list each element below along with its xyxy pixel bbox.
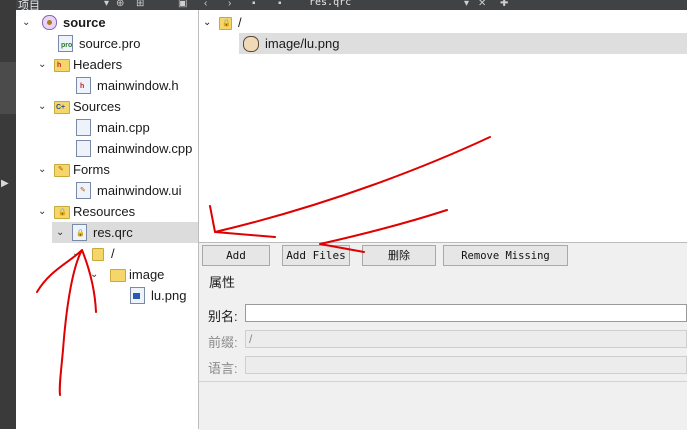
close-file-icon[interactable]: ✕ — [478, 0, 486, 9]
tree-item-label: source.pro — [79, 36, 141, 51]
tree-node-headers[interactable]: ⌄ h Headers — [38, 54, 122, 75]
resource-button-bar: Add Prefix Add Files 删除 Remove Missing F… — [199, 242, 687, 282]
tree-item-label: Resources — [73, 204, 136, 219]
tree-item-label: main.cpp — [97, 120, 150, 135]
tree-item-label: mainwindow.h — [97, 78, 179, 93]
prefix-input[interactable]: / — [245, 330, 687, 348]
resource-tree: ⌄ 🔒 / image/lu.png — [199, 10, 687, 242]
headers-folder-icon: h — [54, 57, 70, 72]
alias-input[interactable] — [245, 304, 687, 322]
resource-file-label: image/lu.png — [265, 36, 340, 51]
ui-file-icon: ✎ — [76, 182, 91, 199]
tree-node-main-cpp[interactable]: main.cpp — [76, 117, 150, 138]
forms-folder-icon: ✎ — [54, 162, 70, 177]
remove-missing-files-button[interactable]: Remove Missing Files — [443, 245, 568, 282]
tree-item-label: mainwindow.cpp — [97, 141, 193, 156]
close-panel-icon[interactable]: ▣ — [178, 0, 187, 9]
editor-bottom-panel — [199, 381, 687, 430]
add-prefix-button[interactable]: Add Prefix — [202, 245, 270, 282]
delete-button[interactable]: 删除 — [362, 245, 436, 266]
tree-item-label: Headers — [73, 57, 123, 72]
pro-file-icon: pro — [58, 35, 73, 52]
project-label: 项目 — [18, 0, 40, 10]
tree-item-label: image — [129, 267, 165, 282]
alias-label: 别名: — [208, 309, 238, 324]
resource-file-row[interactable]: image/lu.png — [239, 33, 687, 54]
chevron-down-icon[interactable]: ⌄ — [22, 17, 32, 28]
tree-node-resources[interactable]: ⌄ 🔒 Resources — [38, 201, 135, 222]
mode-highlight — [0, 62, 16, 114]
project-icon — [42, 15, 57, 30]
prefix-lock-folder-icon: 🔒 — [219, 15, 232, 30]
resources-folder-icon: 🔒 — [54, 204, 70, 219]
link-icon[interactable]: ⊕ — [116, 0, 124, 9]
add-icon[interactable]: ✚ — [500, 0, 508, 9]
expand-arrow-icon[interactable]: ▶ — [1, 178, 9, 189]
top-toolbar: 项目 ▾ ⊕ ⊞ ▣ ‹ › ▪ ▪ res.qrc ▾ ✕ ✚ — [16, 0, 687, 10]
chevron-down-icon[interactable]: ⌄ — [38, 164, 48, 175]
prefix-label: 前缀: — [208, 335, 238, 350]
tree-node-res-qrc[interactable]: ⌄ 🔒 res.qrc — [52, 222, 198, 243]
dropdown-icon[interactable]: ▾ — [464, 0, 469, 9]
tree-item-label: / — [111, 246, 115, 261]
tree-node-source-pro[interactable]: pro source.pro — [58, 33, 140, 54]
tree-item-label: source — [63, 15, 106, 30]
tree-item-label: Forms — [73, 162, 110, 177]
tree-item-label: lu.png — [151, 288, 187, 303]
tree-node-forms[interactable]: ⌄ ✎ Forms — [38, 159, 110, 180]
tree-item-label: Sources — [73, 99, 121, 114]
image-folder-icon — [110, 267, 126, 282]
tree-node-mainwindow-cpp[interactable]: mainwindow.cpp — [76, 138, 192, 159]
sources-folder-icon: C+ — [54, 99, 70, 114]
resource-prefix-row[interactable]: ⌄ 🔒 / — [203, 12, 242, 33]
tree-item-label: res.qrc — [93, 225, 133, 240]
cpp-file-icon — [76, 119, 91, 136]
chevron-down-icon[interactable]: ⌄ — [90, 269, 100, 280]
chevron-down-icon[interactable]: ⌄ — [203, 17, 219, 28]
properties-group: 属性 别名: 前缀: / 语言: — [199, 269, 687, 381]
back-icon[interactable]: ‹ — [204, 0, 207, 9]
chevron-down-icon[interactable]: ⌄ — [38, 101, 48, 112]
add-files-button[interactable]: Add Files — [282, 245, 350, 266]
prefix-folder-icon — [92, 246, 105, 261]
open-file-tab[interactable]: res.qrc — [309, 0, 351, 8]
chevron-down-icon[interactable]: ⌄ — [56, 227, 66, 238]
image-file-icon — [130, 287, 145, 304]
language-label: 语言: — [208, 361, 238, 376]
tree-node-mainwindow-h[interactable]: h mainwindow.h — [76, 75, 179, 96]
tree-node-lu-png[interactable]: lu.png — [130, 285, 186, 306]
tree-node-sources[interactable]: ⌄ C+ Sources — [38, 96, 121, 117]
lock-icon: ▪ — [252, 0, 256, 9]
qrc-file-icon: 🔒 — [72, 224, 87, 241]
tree-item-label: mainwindow.ui — [97, 183, 182, 198]
language-input[interactable] — [245, 356, 687, 374]
header-file-icon: h — [76, 77, 91, 94]
resource-prefix-label: / — [238, 15, 242, 30]
left-mode-strip: ▶ — [0, 0, 16, 429]
tree-node-mainwindow-ui[interactable]: ✎ mainwindow.ui — [76, 180, 182, 201]
forward-icon[interactable]: › — [228, 0, 231, 9]
chevron-down-icon[interactable]: ⌄ — [38, 206, 48, 217]
chevron-down-icon[interactable]: ⌄ — [72, 248, 82, 259]
resource-editor: ⌄ 🔒 / image/lu.png Add Prefix Add Files … — [199, 10, 687, 430]
image-thumb-icon — [243, 35, 259, 52]
cpp-file-icon — [76, 140, 91, 157]
project-tree: ⌄ source pro source.pro ⌄ h Headers h ma… — [16, 10, 198, 429]
split-icon[interactable]: ⊞ — [136, 0, 144, 9]
tree-node-source[interactable]: ⌄ source — [22, 12, 106, 33]
tree-node-prefix-root[interactable]: ⌄ / — [72, 243, 115, 264]
file-type-icon: ▪ — [278, 0, 282, 9]
properties-title: 属性 — [209, 275, 236, 290]
tree-node-image[interactable]: ⌄ image — [90, 264, 164, 285]
filter-icon[interactable]: ▾ — [104, 0, 109, 9]
chevron-down-icon[interactable]: ⌄ — [38, 59, 48, 70]
